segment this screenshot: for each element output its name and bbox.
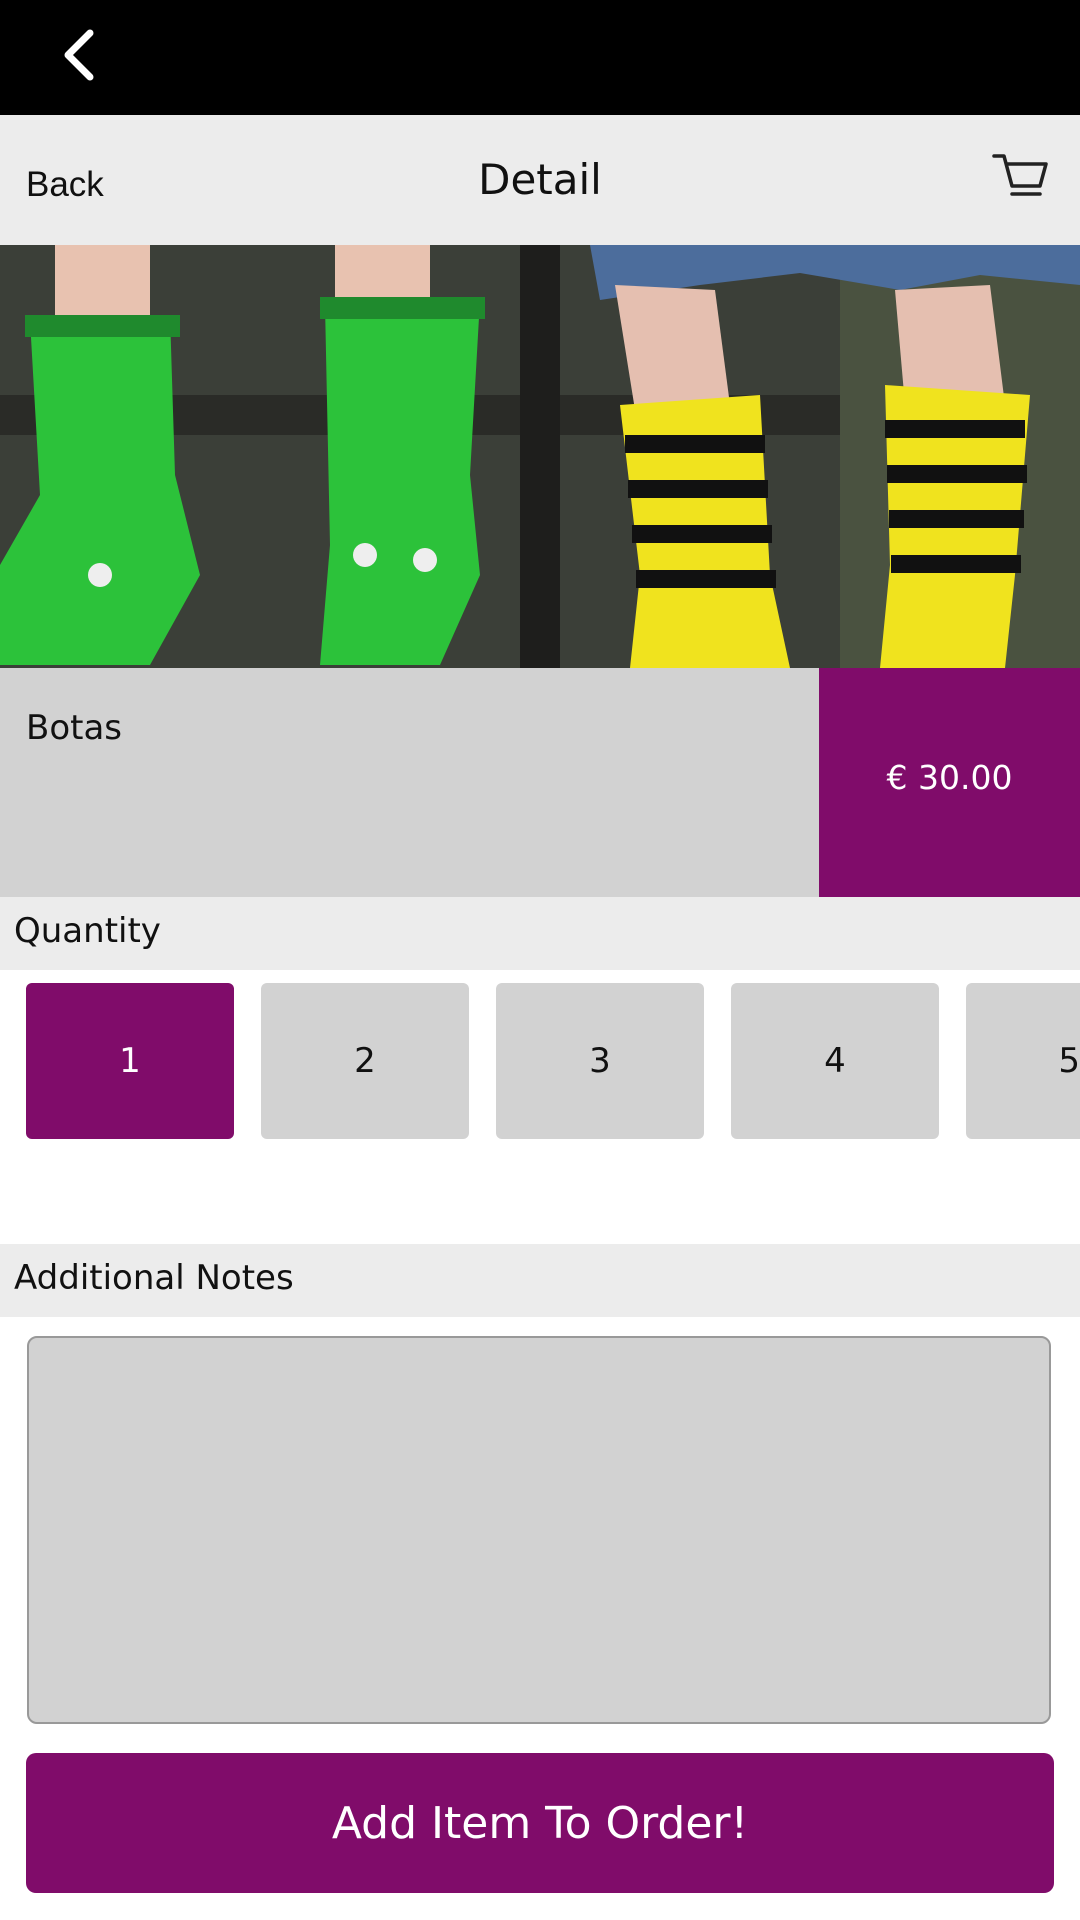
quantity-label: Quantity	[14, 911, 161, 951]
cart-icon[interactable]	[992, 150, 1052, 204]
quantity-option-1[interactable]: 1	[26, 983, 234, 1139]
top-bar	[0, 0, 1080, 115]
quantity-option-5-label: 5	[1058, 1041, 1080, 1081]
quantity-option-5[interactable]: 5	[966, 983, 1080, 1139]
price-box: € 30.00	[819, 668, 1080, 897]
page-title: Detail	[478, 155, 602, 204]
nav-header: Back Detail	[0, 115, 1080, 245]
quantity-option-4[interactable]: 4	[731, 983, 939, 1139]
chevron-left-icon[interactable]	[50, 25, 110, 85]
quantity-option-3[interactable]: 3	[496, 983, 704, 1139]
notes-textarea[interactable]	[27, 1336, 1051, 1724]
product-image	[0, 245, 1080, 668]
notes-label: Additional Notes	[14, 1258, 294, 1298]
add-to-order-button[interactable]: Add Item To Order!	[26, 1753, 1054, 1893]
product-price: € 30.00	[886, 758, 1013, 797]
product-name-row: Botas	[0, 668, 820, 897]
product-name: Botas	[26, 708, 123, 748]
quantity-option-2[interactable]: 2	[261, 983, 469, 1139]
quantity-section-header: Quantity	[0, 897, 1080, 970]
notes-section-header: Additional Notes	[0, 1244, 1080, 1317]
